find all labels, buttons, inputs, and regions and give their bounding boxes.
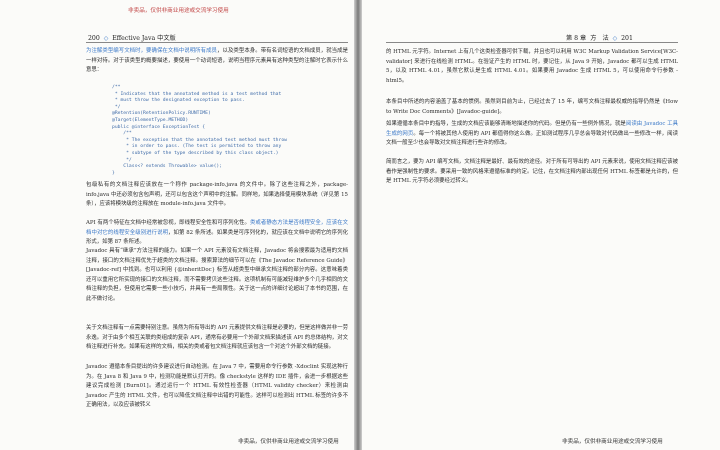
page-number: 200 [88, 35, 100, 42]
paragraph-conventions: 本条目中所述的内容涵盖了基本的惯例。虽然到目前为止，已经过去了 15 年，编写文… [386, 99, 678, 115]
footer-watermark: 非卖品，仅供非商业用途或交流学习使用 [238, 439, 339, 445]
code-listing: /** * Indicates that the annotated metho… [112, 85, 287, 176]
header-rule [86, 42, 348, 43]
intro-paragraph: 为注解类型编写文档时，要确保在文档中说明所有成员，以及类型本身。带有名词短语的文… [86, 47, 348, 76]
read-javadoc-lead: 如果遵循本条目中的指导，生成的文档应该能够清晰地描述你的代码。但是仍有一些例外情… [386, 121, 626, 127]
left-page: 非卖品，仅供非商业用途或交流学习使用 200 ◇ Effective Java … [0, 0, 354, 450]
page-number: 201 [621, 35, 633, 42]
diamond-icon: ◇ [101, 35, 111, 42]
watermark: 非卖品，仅供非商业用途或交流学习使用 [128, 8, 229, 14]
right-page: 第 8 章 方 法 ◇ 201 的 HTML 元字符。Internet 上有几个… [362, 0, 720, 450]
paragraph-package-info: 包级私有的文档注释应该放在一个称作 package-info.java 的文件中… [86, 182, 348, 207]
paragraph-html-validator: 的 HTML 元字符。Internet 上有几个这类检查器可供下载，并且也可以利… [386, 49, 678, 84]
paragraph-read-javadoc: 如果遵循本条目中的指导，生成的文档应该能够清晰地描述你的代码。但是仍有一些例外情… [386, 120, 678, 149]
read-javadoc-rest: 。每一个将被其他人使用的 API 都值得你这么做。正如测试程序几乎总会导致对代码… [386, 130, 678, 147]
chapter-label: 第 8 章 [566, 35, 587, 42]
section-title: 方 法 [590, 35, 609, 42]
thread-safety-lead: API 有两个特征在文档中经常被忽视，即线程安全性和可序列化性。 [86, 220, 250, 226]
paragraph-doclint: Javadoc 遵循本条目提出的许多建议进行自动检测。在 Java 7 中，需要… [86, 364, 348, 408]
book-gutter [354, 0, 362, 450]
page-header: 200 ◇ Effective Java 中文版 [88, 33, 176, 42]
paragraph-inherit-doc: Javadoc 具有“继承”方法注释的能力。如果一个 API 元素没有文档注释，… [86, 248, 348, 302]
paragraph-thread-safety: API 有两个特征在文档中经常被忽视，即线程安全性和可序列化性。类或者静态方法是… [86, 219, 348, 248]
running-title: Effective Java 中文版 [112, 35, 176, 42]
diamond-icon: ◇ [610, 35, 620, 42]
intro-highlight: 为注解类型编写文档时，要确保在文档中说明所有成员 [86, 48, 218, 54]
footer-watermark: 非卖品，仅供非商业用途或交流学习使用 [562, 439, 663, 445]
header-rule [386, 42, 678, 43]
paragraph-summary: 简而言之，要为 API 编写文档，文档注释是最好、最有效的途径。对于所有可导出的… [386, 159, 678, 184]
page-header: 第 8 章 方 法 ◇ 201 [566, 33, 633, 42]
paragraph-external-doc: 关于文档注释有一点需要特别注意。虽然为所有导出的 API 元素提供文档注释是必要… [86, 325, 348, 350]
